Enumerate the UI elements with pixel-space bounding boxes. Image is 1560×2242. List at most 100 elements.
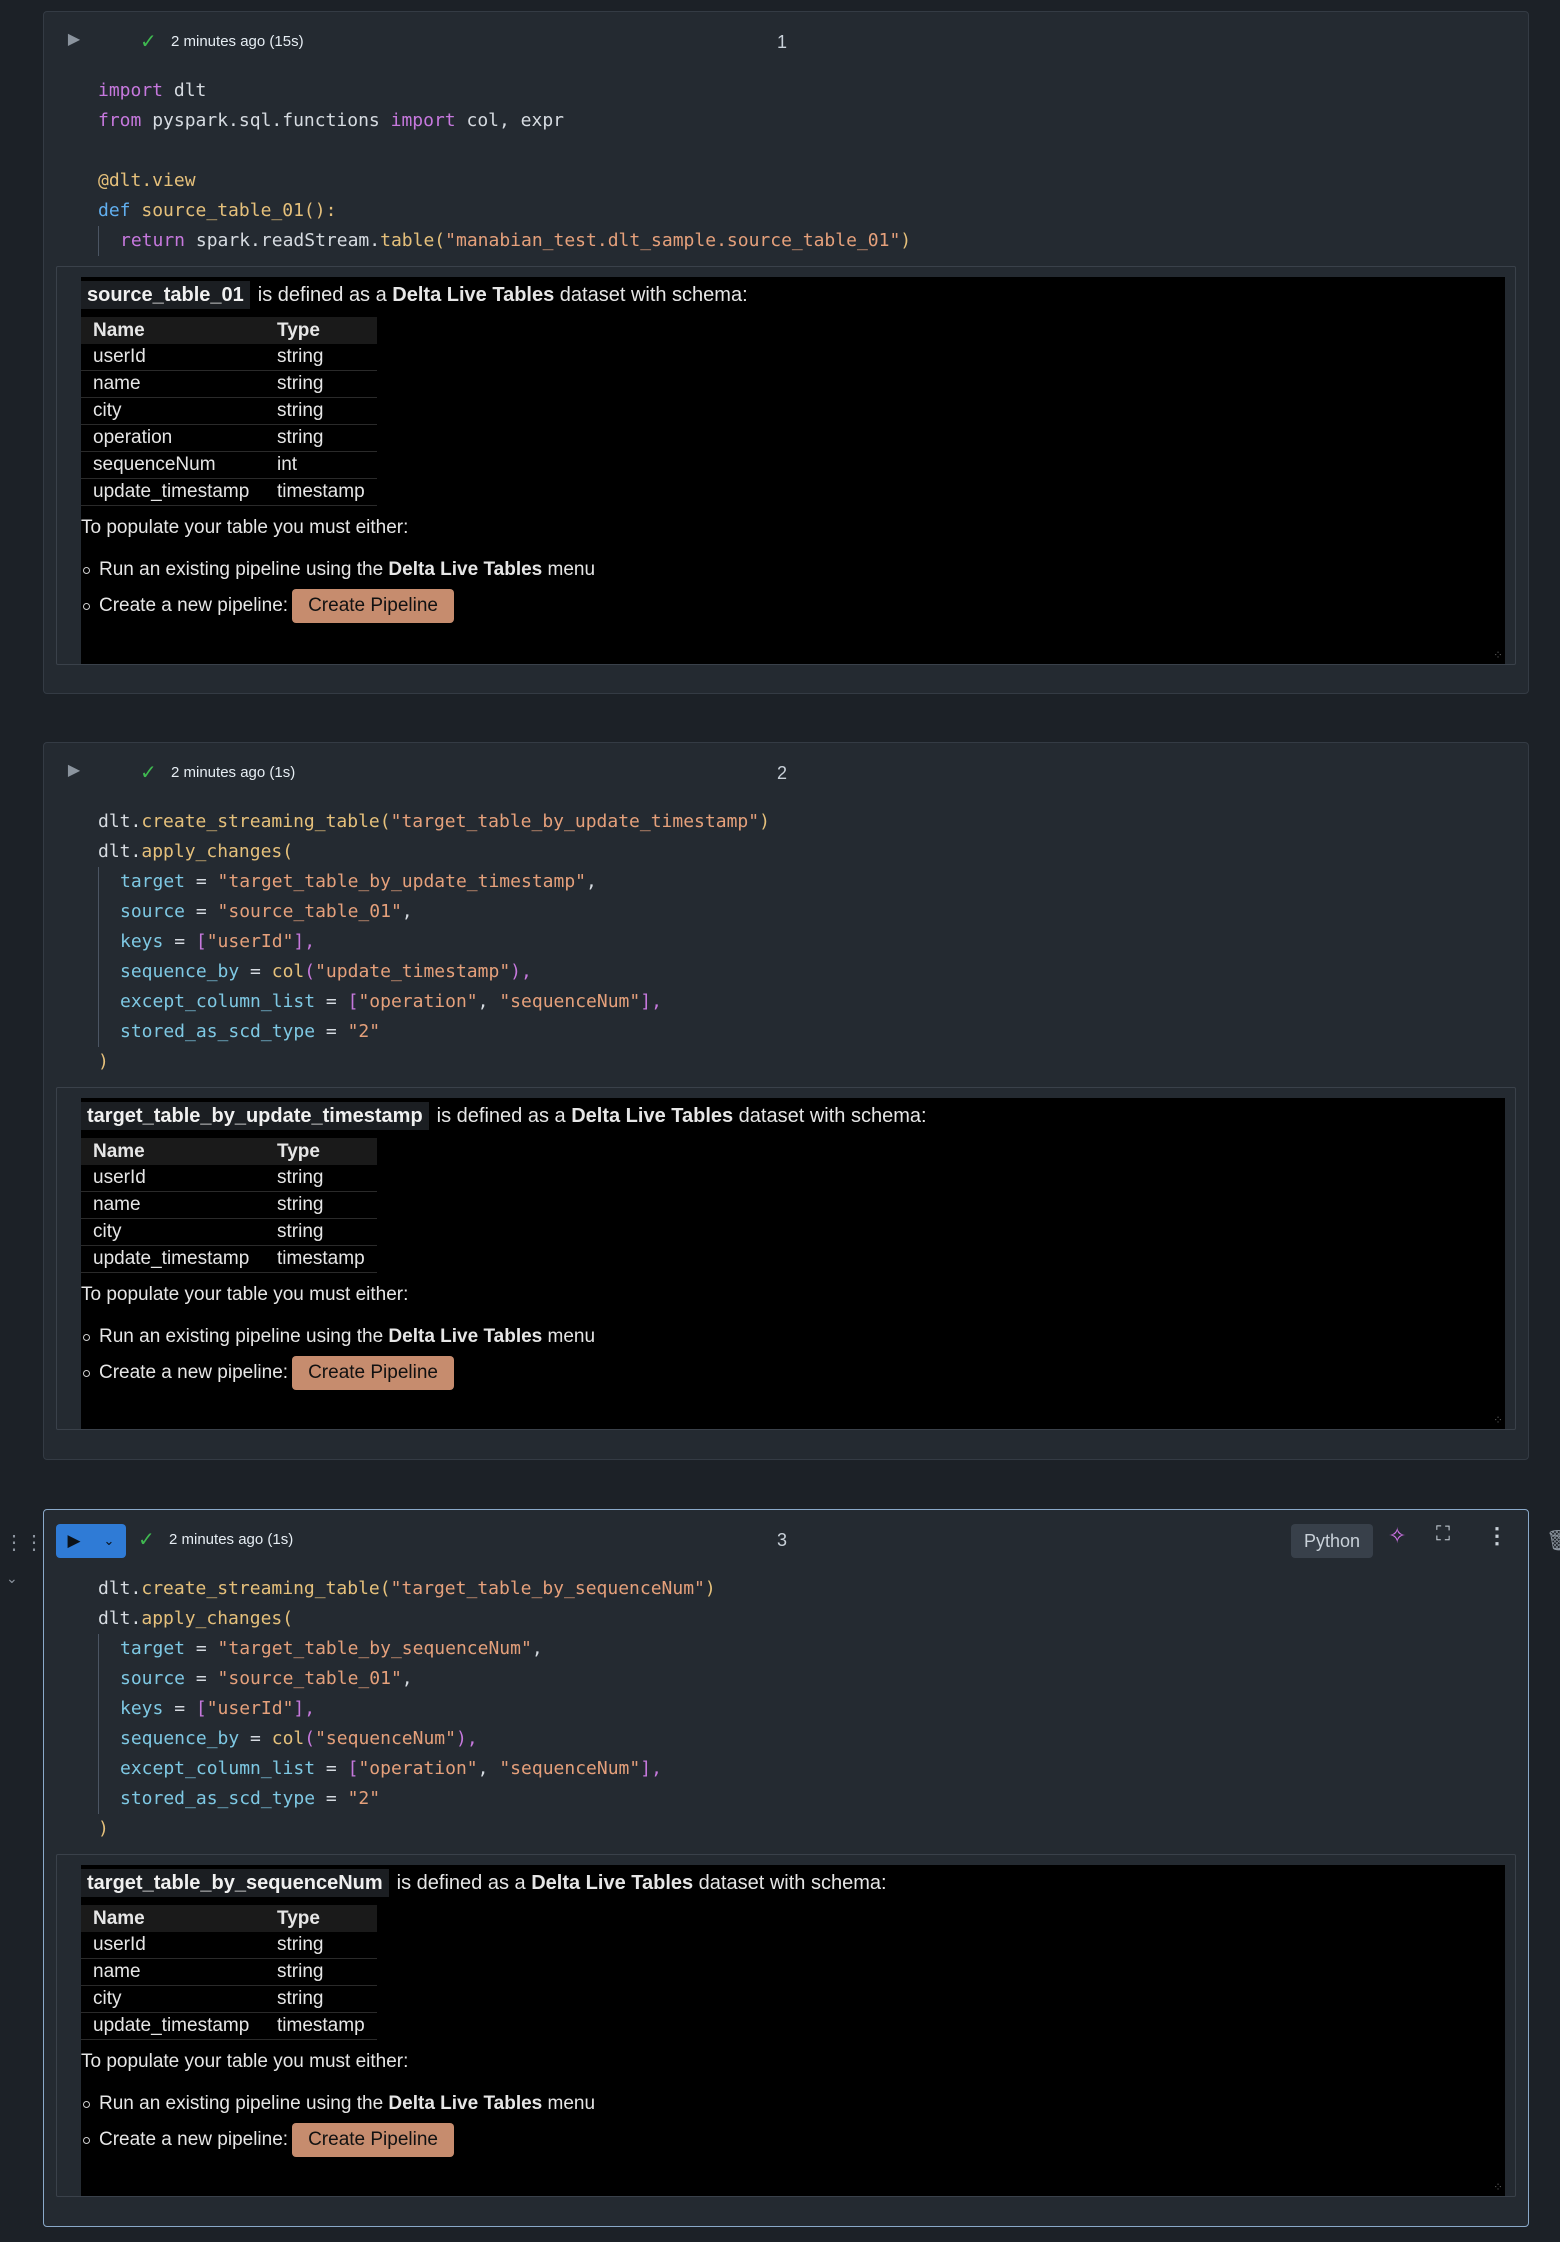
list-item: Create a new pipeline: Create Pipeline bbox=[81, 2122, 1497, 2158]
cell-name: update_timestamp bbox=[81, 2012, 265, 2040]
code-token: ( bbox=[282, 1608, 294, 1629]
code-token: ( bbox=[434, 230, 446, 251]
fullscreen-icon[interactable]: ⛶ bbox=[1436, 1523, 1450, 1546]
code-token: "userId" bbox=[206, 931, 294, 952]
code-token: = bbox=[163, 931, 196, 952]
column-header-type: Type bbox=[265, 1138, 377, 1165]
code-token: target bbox=[120, 871, 186, 892]
column-header-name: Name bbox=[81, 317, 265, 344]
code-token: [ bbox=[347, 1758, 359, 1779]
dlt-label: Delta Live Tables bbox=[571, 1105, 734, 1127]
code-editor[interactable]: import dlt from pyspark.sql.functions im… bbox=[44, 68, 1528, 266]
cell-name: userId bbox=[81, 1165, 265, 1192]
code-token: = bbox=[239, 961, 272, 982]
cell-output: target_table_by_sequenceNum is defined as… bbox=[56, 1854, 1516, 2197]
cell-header: ▶ ⌄ ✓ 2 minutes ago (1s) 3 Python ✧ ⛶ ⋮ bbox=[44, 1510, 1528, 1566]
code-token: apply_changes bbox=[141, 1608, 283, 1629]
code-token: col, expr bbox=[455, 110, 565, 131]
code-token: apply_changes bbox=[141, 841, 283, 862]
notebook-cell-1[interactable]: ▶ ✓ 2 minutes ago (15s) 1 import dlt fro… bbox=[43, 11, 1529, 694]
code-token: ( bbox=[304, 1728, 316, 1749]
cell-name: name bbox=[81, 1958, 265, 1986]
indent-guide bbox=[98, 1664, 120, 1694]
table-row: city string bbox=[81, 1985, 377, 2013]
kebab-menu-icon[interactable]: ⋮ bbox=[1486, 1523, 1508, 1549]
code-token: "operation" bbox=[358, 1758, 478, 1779]
play-icon[interactable]: ▶ bbox=[56, 1531, 92, 1551]
code-token: except_column_list bbox=[120, 991, 316, 1012]
code-token: ( bbox=[379, 1578, 391, 1599]
resize-handle-icon[interactable]: ⁘ bbox=[1493, 1413, 1503, 1427]
option-text: Create a new pipeline: bbox=[99, 1362, 289, 1383]
trash-icon[interactable]: 🗑 bbox=[1546, 1528, 1560, 1553]
option-text: Run an existing pipeline using the bbox=[99, 2093, 389, 2114]
code-token: ( bbox=[379, 811, 391, 832]
cell-name: update_timestamp bbox=[81, 1245, 265, 1273]
table-row: name string bbox=[81, 1191, 377, 1219]
code-token: import bbox=[98, 80, 164, 101]
language-selector[interactable]: Python bbox=[1291, 1524, 1374, 1558]
run-button-group[interactable]: ▶ ⌄ bbox=[56, 1524, 126, 1558]
table-row: sequenceNum int bbox=[81, 451, 377, 479]
create-pipeline-button[interactable]: Create Pipeline bbox=[292, 589, 454, 623]
code-editor[interactable]: dlt.create_streaming_table("target_table… bbox=[44, 799, 1528, 1087]
code-token: = bbox=[315, 991, 348, 1012]
resize-handle-icon[interactable]: ⁘ bbox=[1493, 648, 1503, 662]
code-token: import bbox=[390, 110, 456, 131]
notebook-cell-2[interactable]: ▶ ✓ 2 minutes ago (1s) 2 dlt.create_stre… bbox=[43, 742, 1529, 1460]
table-name: target_table_by_sequenceNum bbox=[81, 1869, 389, 1897]
create-pipeline-button[interactable]: Create Pipeline bbox=[292, 2123, 454, 2157]
create-pipeline-button[interactable]: Create Pipeline bbox=[292, 1356, 454, 1390]
cell-output: source_table_01 is defined as a Delta Liv… bbox=[56, 266, 1516, 665]
output-panel: source_table_01 is defined as a Delta Liv… bbox=[81, 277, 1505, 664]
cell-status: 2 minutes ago (15s) bbox=[171, 33, 304, 50]
populate-options: Run an existing pipeline using the Delta… bbox=[81, 1319, 1497, 1391]
populate-text: To populate your table you must either: bbox=[81, 1284, 409, 1305]
table-row: update_timestamp timestamp bbox=[81, 478, 377, 506]
code-editor[interactable]: dlt.create_streaming_table("target_table… bbox=[44, 1566, 1528, 1854]
indent-guide bbox=[98, 1694, 120, 1724]
code-token: "sequenceNum" bbox=[499, 991, 641, 1012]
cell-name: sequenceNum bbox=[81, 451, 265, 479]
cell-type: string bbox=[265, 397, 377, 425]
resize-handle-icon[interactable]: ⁘ bbox=[1493, 2180, 1503, 2194]
code-token: = bbox=[185, 871, 218, 892]
dlt-menu-label: Delta Live Tables bbox=[388, 1326, 543, 1347]
run-cell-play-icon[interactable]: ▶ bbox=[64, 761, 84, 781]
code-token: source bbox=[120, 901, 186, 922]
option-suffix: menu bbox=[542, 1326, 596, 1347]
code-token: = bbox=[185, 1638, 218, 1659]
code-token: keys bbox=[120, 1698, 164, 1719]
code-token: , bbox=[401, 901, 413, 922]
code-token: return bbox=[120, 230, 186, 251]
run-cell-play-icon[interactable]: ▶ bbox=[64, 30, 84, 50]
code-token: dlt bbox=[163, 80, 207, 101]
drag-handle-icon[interactable]: ⋮⋮ bbox=[4, 1530, 44, 1555]
indent-guide bbox=[98, 987, 120, 1017]
code-token: col bbox=[271, 1728, 305, 1749]
list-item: Run an existing pipeline using the Delta… bbox=[81, 552, 1497, 588]
defined-text: is defined as a bbox=[396, 1872, 532, 1894]
indent-guide bbox=[98, 1784, 120, 1814]
code-token: , bbox=[477, 991, 500, 1012]
dlt-menu-label: Delta Live Tables bbox=[388, 2093, 543, 2114]
code-token: "sequenceNum" bbox=[315, 1728, 456, 1749]
code-token: "source_table_01" bbox=[217, 1668, 402, 1689]
notebook-cell-3[interactable]: ▶ ⌄ ✓ 2 minutes ago (1s) 3 Python ✧ ⛶ ⋮ … bbox=[43, 1509, 1529, 2227]
sparkle-icon[interactable]: ✧ bbox=[1388, 1523, 1406, 1549]
chevron-down-icon[interactable]: ⌄ bbox=[92, 1533, 126, 1549]
table-row: name string bbox=[81, 370, 377, 398]
code-token: source bbox=[120, 1668, 186, 1689]
code-token: ], bbox=[293, 931, 316, 952]
cell-header: ▶ ✓ 2 minutes ago (15s) 1 bbox=[44, 12, 1528, 68]
check-icon: ✓ bbox=[138, 1529, 155, 1551]
cell-name: city bbox=[81, 1218, 265, 1246]
table-row: userId string bbox=[81, 344, 377, 371]
collapse-chevron-icon[interactable]: ⌄ bbox=[6, 1570, 18, 1587]
cell-name: userId bbox=[81, 1932, 265, 1959]
code-token: = bbox=[163, 1698, 196, 1719]
code-token: target bbox=[120, 1638, 186, 1659]
column-header-name: Name bbox=[81, 1905, 265, 1932]
code-token: stored_as_scd_type bbox=[120, 1788, 316, 1809]
defined-text: is defined as a bbox=[257, 284, 393, 306]
